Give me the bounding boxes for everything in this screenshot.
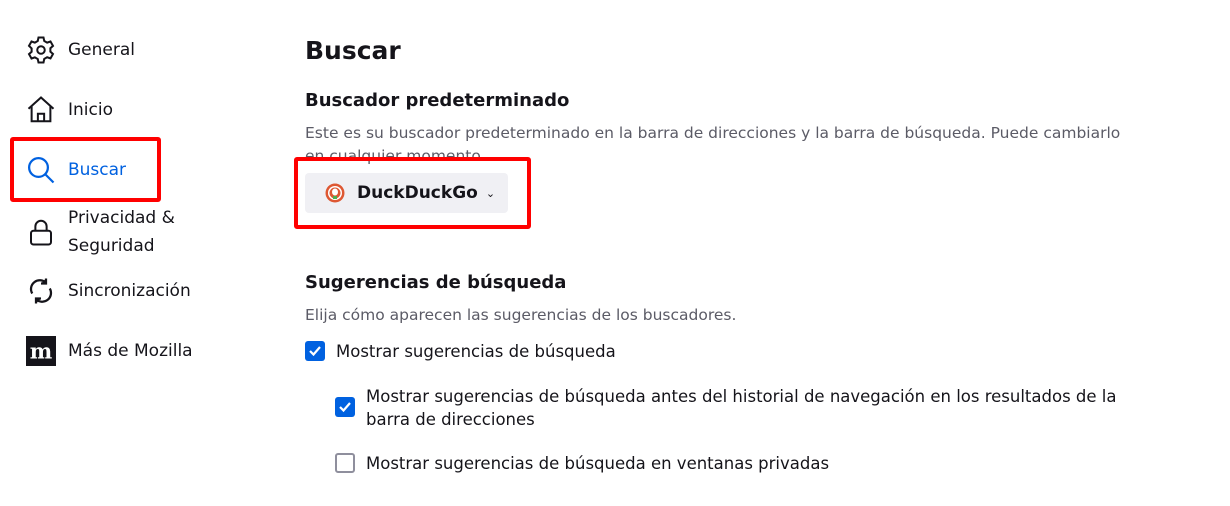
checkbox-label: Mostrar sugerencias de búsqueda en venta… xyxy=(366,454,830,473)
sidebar-item-label-2: Seguridad xyxy=(68,236,155,256)
checkbox-label: Mostrar sugerencias de búsqueda xyxy=(336,342,616,361)
sidebar-item-label: Sincronización xyxy=(68,281,191,301)
checkbox-label: Mostrar sugerencias de búsqueda antes de… xyxy=(366,387,1117,429)
checkbox-checked-icon xyxy=(335,397,355,417)
sidebar-item-mas-de-mozilla[interactable]: m Más de Mozilla xyxy=(26,336,193,366)
sidebar-item-inicio[interactable]: Inicio xyxy=(26,95,113,125)
page-title: Buscar xyxy=(305,36,401,65)
highlight-box xyxy=(10,137,161,202)
private-windows-suggestions-checkbox[interactable]: Mostrar sugerencias de búsqueda en venta… xyxy=(335,452,829,475)
highlight-box xyxy=(294,157,531,229)
checkbox-unchecked-icon xyxy=(335,453,355,473)
sync-icon xyxy=(29,278,53,304)
lock-icon xyxy=(30,219,52,246)
sidebar-item-general[interactable]: General xyxy=(26,35,135,65)
default-engine-heading: Buscador predeterminado xyxy=(305,90,570,111)
show-suggestions-checkbox[interactable]: Mostrar sugerencias de búsqueda xyxy=(305,340,616,363)
mozilla-icon: m xyxy=(26,336,56,366)
checkbox-checked-icon xyxy=(305,341,325,361)
suggestions-description: Elija cómo aparecen las sugerencias de l… xyxy=(305,306,737,324)
sidebar-item-label: General xyxy=(68,40,135,60)
sidebar-item-label: Privacidad & xyxy=(68,208,175,228)
svg-text:m: m xyxy=(30,340,53,365)
sidebar-item-sincronizacion[interactable]: Sincronización xyxy=(26,276,191,306)
suggestions-before-history-checkbox[interactable]: Mostrar sugerencias de búsqueda antes de… xyxy=(335,385,1135,431)
suggestions-heading: Sugerencias de búsqueda xyxy=(305,272,567,293)
gear-icon xyxy=(27,36,55,64)
sidebar-item-privacidad[interactable]: Privacidad & Seguridad xyxy=(26,204,175,260)
sidebar-item-label: Más de Mozilla xyxy=(68,341,193,361)
sidebar-item-label: Inicio xyxy=(68,100,113,120)
home-icon xyxy=(27,96,55,123)
